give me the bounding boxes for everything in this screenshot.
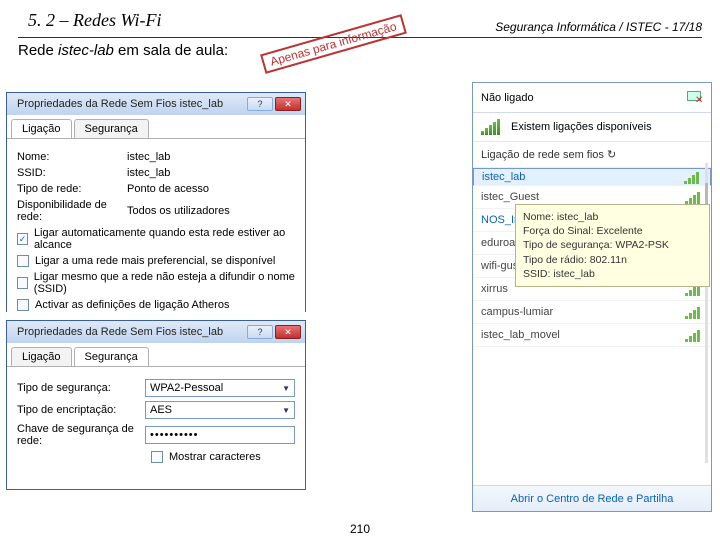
checkbox-label: Ligar a uma rede mais preferencial, se d… — [35, 255, 275, 267]
subhead-network: istec-lab — [58, 42, 114, 59]
connections-available: Existem ligações disponíveis — [473, 113, 711, 142]
checkbox-row[interactable]: Ligar automaticamente quando esta rede e… — [17, 227, 295, 251]
network-item[interactable]: campus-lumiar — [473, 301, 711, 324]
window-title: Propriedades da Rede Sem Fios istec_lab — [11, 326, 245, 338]
signal-bars-icon — [685, 328, 703, 342]
value-ssid: istec_lab — [127, 167, 170, 179]
label-enctype: Tipo de encriptação: — [17, 404, 145, 416]
tab-security[interactable]: Segurança — [74, 347, 149, 366]
wifi-bars-icon — [481, 119, 503, 135]
subhead-prefix: Rede — [18, 42, 58, 59]
page-number: 210 — [350, 522, 370, 536]
network-tooltip: Nome: istec_lab Força do Sinal: Excelent… — [515, 204, 710, 287]
tooltip-line: Nome: istec_lab — [523, 210, 702, 224]
value-availability: Todos os utilizadores — [127, 205, 230, 217]
tooltip-line: Tipo de rádio: 802.11n — [523, 253, 702, 267]
checkbox-icon[interactable] — [17, 277, 28, 289]
checkbox-row[interactable]: Ligar a uma rede mais preferencial, se d… — [17, 255, 295, 267]
tooltip-line: SSID: istec_lab — [523, 267, 702, 281]
checkbox-label: Mostrar caracteres — [169, 451, 261, 463]
help-button[interactable]: ? — [247, 325, 273, 339]
checkbox-label: Ligar mesmo que a rede não esteja a difu… — [34, 271, 295, 295]
tab-security[interactable]: Segurança — [74, 119, 149, 138]
signal-bars-icon — [685, 305, 703, 319]
checkbox-icon[interactable] — [17, 233, 28, 245]
not-connected-icon: ✕ — [687, 91, 703, 105]
signal-bars-icon — [684, 170, 702, 184]
wireless-section-title: Ligação de rede sem fios ↻ — [473, 142, 711, 168]
subhead-suffix: em sala de aula: — [114, 42, 228, 59]
chevron-down-icon: ▼ — [282, 406, 290, 415]
label-availability: Disponibilidade de rede: — [17, 199, 127, 223]
network-name: istec_lab_movel — [481, 329, 560, 341]
close-button[interactable]: ✕ — [275, 97, 301, 111]
available-label: Existem ligações disponíveis — [511, 121, 652, 133]
checkbox-row[interactable]: Mostrar caracteres — [151, 451, 295, 463]
help-button[interactable]: ? — [247, 97, 273, 111]
not-connected-label: Não ligado — [481, 92, 534, 104]
network-item[interactable]: istec_lab_movel — [473, 324, 711, 347]
checkbox-icon[interactable] — [17, 299, 29, 311]
value-type: Ponto de acesso — [127, 183, 209, 195]
tooltip-line: Força do Sinal: Excelente — [523, 224, 702, 238]
select-value: WPA2-Pessoal — [150, 382, 223, 394]
header-meta: Segurança Informática / ISTEC - 17/18 — [495, 20, 702, 34]
tabs: Ligação Segurança — [7, 343, 305, 367]
tabs: Ligação Segurança — [7, 115, 305, 139]
dialog-security: Propriedades da Rede Sem Fios istec_lab … — [6, 320, 306, 490]
window-title: Propriedades da Rede Sem Fios istec_lab — [11, 98, 245, 110]
tab-connection[interactable]: Ligação — [11, 119, 72, 138]
select-security-type[interactable]: WPA2-Pessoal ▼ — [145, 379, 295, 397]
checkbox-row[interactable]: Ligar mesmo que a rede não esteja a difu… — [17, 271, 295, 295]
signal-bars-icon — [685, 190, 703, 204]
checkbox-label: Activar as definições de ligação Atheros — [35, 299, 229, 311]
select-encryption-type[interactable]: AES ▼ — [145, 401, 295, 419]
select-value: AES — [150, 404, 172, 416]
titlebar[interactable]: Propriedades da Rede Sem Fios istec_lab … — [7, 321, 305, 343]
value-name: istec_lab — [127, 151, 170, 163]
network-name: istec_Guest — [481, 191, 539, 203]
checkbox-row[interactable]: Activar as definições de ligação Atheros — [17, 299, 295, 311]
network-flyout: Não ligado ✕ Existem ligações disponívei… — [472, 82, 712, 512]
dialog-connection: Propriedades da Rede Sem Fios istec_lab … — [6, 92, 306, 312]
network-item[interactable]: istec_lab — [473, 168, 711, 186]
label-key: Chave de segurança de rede: — [17, 423, 145, 447]
label-sectype: Tipo de segurança: — [17, 382, 145, 394]
network-name: istec_lab — [482, 171, 525, 183]
key-value: •••••••••• — [150, 429, 199, 441]
tooltip-line: Tipo de segurança: WPA2-PSK — [523, 238, 702, 252]
checkbox-icon[interactable] — [17, 255, 29, 267]
input-security-key[interactable]: •••••••••• — [145, 426, 295, 444]
open-network-center-link[interactable]: Abrir o Centro de Rede e Partilha — [473, 485, 711, 511]
titlebar[interactable]: Propriedades da Rede Sem Fios istec_lab … — [7, 93, 305, 115]
refresh-icon[interactable]: ↻ — [607, 149, 616, 161]
label-ssid: SSID: — [17, 167, 127, 179]
checkbox-icon[interactable] — [151, 451, 163, 463]
section-label: Ligação de rede sem fios — [481, 149, 604, 161]
network-name: xirrus — [481, 283, 508, 295]
label-name: Nome: — [17, 151, 127, 163]
chevron-down-icon: ▼ — [282, 384, 290, 393]
flyout-header: Não ligado ✕ — [473, 83, 711, 113]
close-button[interactable]: ✕ — [275, 325, 301, 339]
label-type: Tipo de rede: — [17, 183, 127, 195]
network-name: campus-lumiar — [481, 306, 553, 318]
tab-connection[interactable]: Ligação — [11, 347, 72, 366]
checkbox-label: Ligar automaticamente quando esta rede e… — [34, 227, 295, 251]
